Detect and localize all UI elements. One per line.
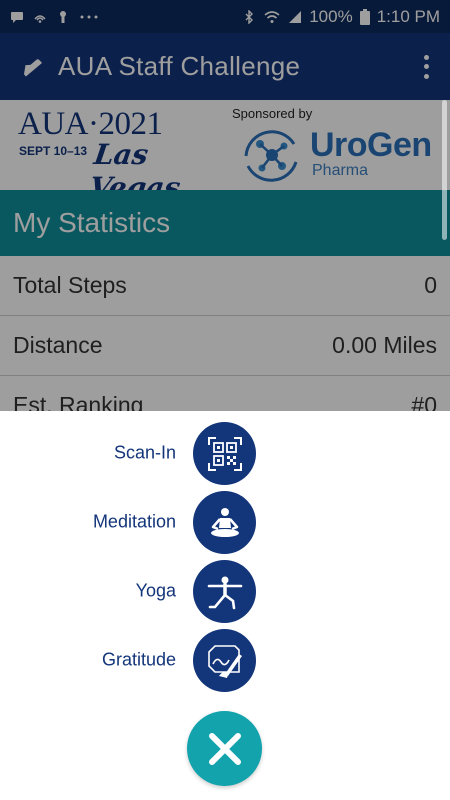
- yoga-button[interactable]: [193, 560, 256, 623]
- action-yoga[interactable]: Yoga: [0, 560, 260, 623]
- scan-in-button[interactable]: [193, 422, 256, 485]
- action-label: Meditation: [92, 511, 176, 532]
- close-icon: [208, 732, 241, 765]
- action-scan-in[interactable]: Scan-In: [0, 422, 260, 485]
- action-sheet: Scan-In Meditation Yoga Gratitude: [0, 411, 450, 800]
- meditation-button[interactable]: [193, 491, 256, 554]
- action-meditation[interactable]: Meditation: [0, 491, 260, 554]
- qr-code-icon: [207, 436, 242, 471]
- action-label: Gratitude: [101, 649, 176, 670]
- close-button[interactable]: [187, 711, 262, 786]
- handwriting-icon: [207, 644, 242, 678]
- dim-overlay[interactable]: [0, 0, 450, 411]
- yoga-icon: [207, 576, 242, 609]
- gratitude-button[interactable]: [193, 629, 256, 692]
- action-gratitude[interactable]: Gratitude: [0, 629, 260, 692]
- meditation-icon: [210, 507, 239, 537]
- action-label: Scan-In: [113, 442, 176, 463]
- action-label: Yoga: [135, 580, 176, 601]
- scrollbar[interactable]: [442, 100, 447, 240]
